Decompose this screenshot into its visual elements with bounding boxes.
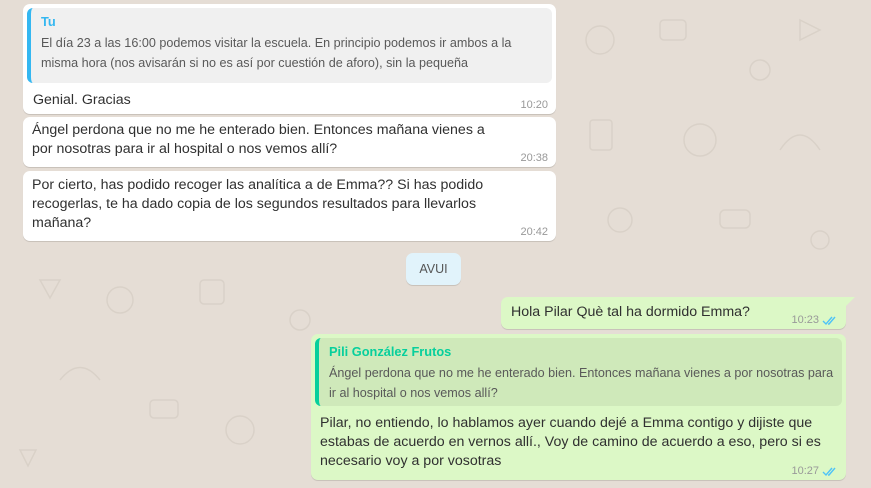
quoted-message[interactable]: Tu El día 23 a las 16:00 podemos visitar… <box>27 8 552 83</box>
quote-text: El día 23 a las 16:00 podemos visitar la… <box>41 36 512 70</box>
message-text: Ángel perdona que no me he enterado bien… <box>32 122 485 157</box>
read-double-tick-icon <box>822 316 836 325</box>
quote-author: Tu <box>41 14 56 29</box>
quote-text: Ángel perdona que no me he enterado bien… <box>329 366 834 400</box>
date-divider: AVUI <box>406 253 461 285</box>
bubble-tail <box>846 297 855 306</box>
message-time: 20:42 <box>520 226 548 238</box>
message-time: 10:23 <box>791 314 838 326</box>
message-bubble-outgoing[interactable]: Hola Pilar Què tal ha dormido Emma? 10:2… <box>501 297 846 329</box>
message-text: Pilar, no entiendo, lo hablamos ayer cua… <box>320 415 821 469</box>
message-text: Por cierto, has podido recoger las analí… <box>32 177 484 231</box>
message-text: Hola Pilar Què tal ha dormido Emma? <box>511 304 750 320</box>
message-time: 10:20 <box>520 99 548 111</box>
quote-author: Pili González Frutos <box>329 344 452 359</box>
message-bubble-outgoing[interactable]: Pili González Frutos Ángel perdona que n… <box>311 334 846 480</box>
message-bubble-incoming[interactable]: Tu El día 23 a las 16:00 podemos visitar… <box>23 4 556 114</box>
message-bubble-incoming[interactable]: Ángel perdona que no me he enterado bien… <box>23 117 556 167</box>
message-time: 20:38 <box>520 152 548 164</box>
message-text: Genial. Gracias <box>33 92 131 108</box>
read-double-tick-icon <box>822 467 836 476</box>
quoted-message[interactable]: Pili González Frutos Ángel perdona que n… <box>315 338 842 406</box>
message-bubble-incoming[interactable]: Por cierto, has podido recoger las analí… <box>23 171 556 241</box>
message-time: 10:27 <box>791 465 838 477</box>
